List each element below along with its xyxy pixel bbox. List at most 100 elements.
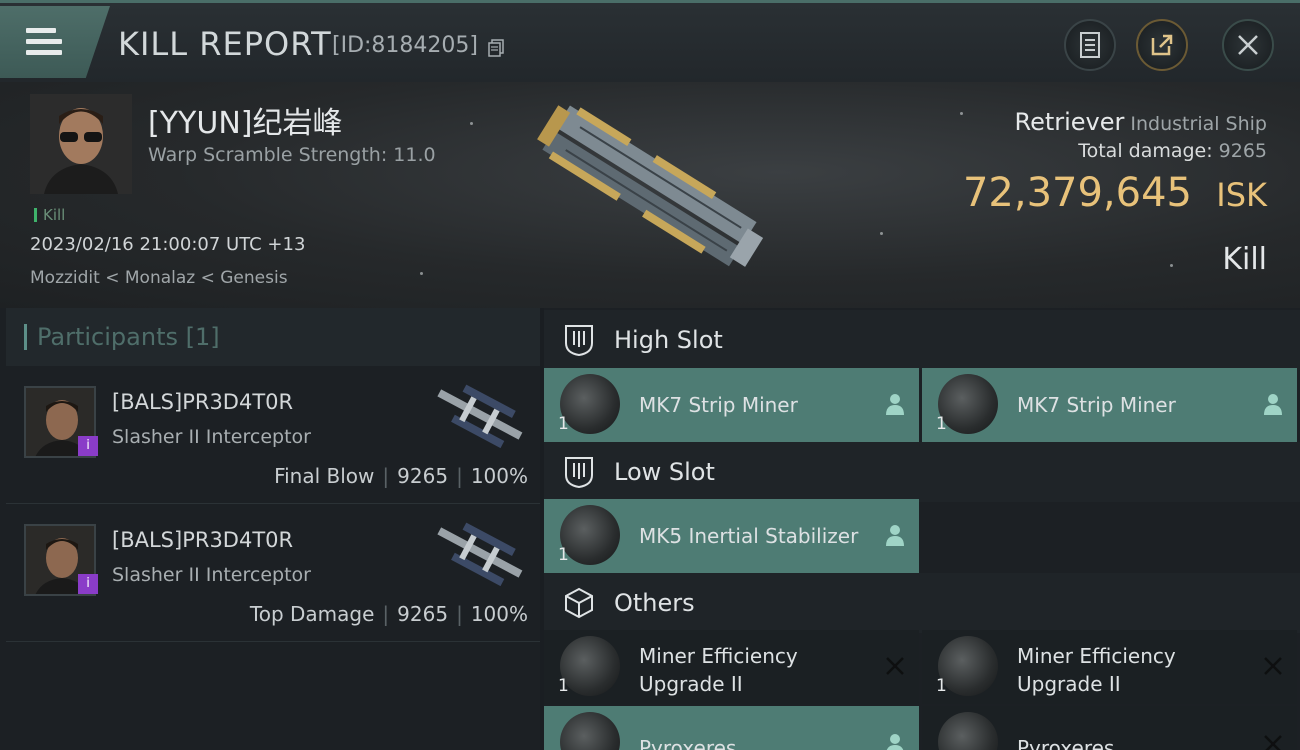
- notes-icon: [1080, 32, 1100, 58]
- participant-ship-image: [437, 522, 523, 587]
- victim-ship-image: [537, 105, 764, 267]
- participant-name: [BALS]PR3D4T0R: [112, 528, 294, 552]
- item-name: Miner Efficiency Upgrade II: [1017, 642, 1176, 698]
- participant-row[interactable]: i [BALS]PR3D4T0R Slasher II Interceptor …: [6, 506, 540, 642]
- item-name-line1: Miner Efficiency: [1017, 644, 1176, 668]
- total-damage-label: Total damage:: [1078, 140, 1213, 162]
- module-name: MK5 Inertial Stabilizer: [639, 524, 859, 548]
- module-quantity: 1: [558, 414, 569, 434]
- person-icon: [886, 394, 904, 415]
- notes-button[interactable]: [1064, 19, 1116, 71]
- ship-name: Retriever: [1014, 108, 1125, 136]
- kill-datetime: 2023/02/16 21:00:07 UTC +13: [30, 234, 306, 255]
- module-thumbnail: [938, 374, 998, 434]
- person-icon: [886, 525, 904, 546]
- victim-pilot-name[interactable]: [YYUN]纪岩峰: [148, 98, 342, 142]
- copy-icon[interactable]: [488, 39, 504, 57]
- kill-location[interactable]: Mozzidit < Monalaz < Genesis: [30, 268, 288, 288]
- participants-count: [1]: [185, 323, 220, 351]
- participant-name: [BALS]PR3D4T0R: [112, 390, 294, 414]
- module-name: MK7 Strip Miner: [639, 393, 798, 417]
- close-button[interactable]: [1222, 19, 1274, 71]
- item-thumbnail: [560, 712, 620, 750]
- stats-separator: |: [382, 602, 390, 626]
- person-icon: [1264, 394, 1282, 415]
- info-badge[interactable]: i: [78, 574, 98, 594]
- item-name-line2: Upgrade II: [1017, 672, 1121, 696]
- fitting-panel: High Slot 1 MK7 Strip Miner 1 MK7 Strip …: [544, 308, 1300, 750]
- total-damage: Total damage: 9265: [1078, 140, 1267, 162]
- person-icon: [886, 734, 904, 750]
- participant-percent: 100%: [470, 602, 528, 626]
- x-icon: [886, 657, 904, 675]
- stats-separator: |: [456, 464, 463, 488]
- participant-role: Top Damage: [249, 602, 375, 626]
- high-slot-icon: [565, 325, 593, 357]
- item-name: Miner Efficiency Upgrade II: [639, 642, 798, 698]
- isk-unit: ISK: [1216, 176, 1267, 214]
- participants-label: Participants: [37, 323, 178, 351]
- item-thumbnail: [938, 636, 998, 696]
- item-thumbnail: [938, 712, 998, 750]
- low-slot-header: Low Slot: [544, 442, 1300, 502]
- share-icon: [1151, 34, 1173, 56]
- victim-summary: [YYUN]纪岩峰 Warp Scramble Strength: 11.0 K…: [0, 82, 1300, 308]
- cargo-item[interactable]: 1 Miner Efficiency Upgrade II: [544, 630, 919, 704]
- victim-portrait[interactable]: [30, 94, 132, 194]
- low-slot-icon: [565, 457, 593, 489]
- module-name: MK7 Strip Miner: [1017, 393, 1176, 417]
- participant-damage: 9265: [397, 602, 449, 626]
- participants-panel: Participants [1] i [BALS]PR3D4T0R Slashe…: [0, 308, 540, 750]
- participant-stats: Top Damage | 9265 | 100%: [250, 602, 528, 626]
- x-icon: [1264, 735, 1282, 750]
- cargo-item[interactable]: 1 Miner Efficiency Upgrade II: [922, 630, 1297, 704]
- total-damage-value: 9265: [1218, 140, 1267, 162]
- module-item[interactable]: 1 MK5 Inertial Stabilizer: [544, 499, 919, 573]
- participant-row[interactable]: i [BALS]PR3D4T0R Slasher II Interceptor …: [6, 368, 540, 504]
- item-thumbnail: [560, 636, 620, 696]
- participant-ship-image: [437, 384, 523, 449]
- close-icon: [1238, 35, 1258, 55]
- ship-class: Industrial Ship: [1130, 113, 1267, 135]
- high-slot-label: High Slot: [614, 326, 723, 354]
- participants-header: Participants [1]: [6, 308, 540, 366]
- info-badge[interactable]: i: [78, 436, 98, 456]
- module-item[interactable]: 1 MK7 Strip Miner: [922, 368, 1297, 442]
- module-thumbnail: [560, 505, 620, 565]
- kill-tag: Kill: [34, 206, 65, 224]
- item-name: Pyroxeres: [1017, 736, 1115, 750]
- title-bar: KILL REPORT [ID:8184205]: [0, 0, 1300, 82]
- module-quantity: 1: [936, 414, 947, 434]
- result-label: Kill: [1222, 242, 1267, 277]
- participant-role: Final Blow: [274, 464, 375, 488]
- kill-id: [ID:8184205]: [332, 33, 478, 58]
- warp-scramble-strength: Warp Scramble Strength: 11.0: [148, 144, 436, 166]
- participant-ship: Slasher II Interceptor: [112, 426, 311, 448]
- victim-ship[interactable]: Retriever Industrial Ship: [1014, 108, 1267, 136]
- others-header: Others: [544, 573, 1300, 633]
- item-name: Pyroxeres: [639, 736, 737, 750]
- cube-icon: [565, 587, 593, 619]
- share-button[interactable]: [1136, 19, 1188, 71]
- item-quantity: 1: [558, 676, 569, 696]
- cargo-item[interactable]: Pyroxeres: [922, 706, 1297, 750]
- low-slot-label: Low Slot: [614, 458, 715, 486]
- x-icon: [1264, 657, 1282, 675]
- item-name-line2: Upgrade II: [639, 672, 743, 696]
- participant-percent: 100%: [470, 464, 528, 488]
- page-title: KILL REPORT: [118, 25, 332, 63]
- high-slot-header: High Slot: [544, 310, 1300, 370]
- module-item[interactable]: 1 MK7 Strip Miner: [544, 368, 919, 442]
- hamburger-menu-icon: [26, 28, 62, 58]
- participant-stats: Final Blow | 9265 | 100%: [274, 464, 528, 488]
- participant-damage: 9265: [397, 464, 449, 488]
- pilot-portrait-image: [30, 94, 132, 194]
- isk-value: 72,379,645: [962, 170, 1192, 216]
- cargo-item[interactable]: Pyroxeres: [544, 706, 919, 750]
- others-label: Others: [614, 589, 695, 617]
- module-quantity: 1: [558, 545, 569, 565]
- item-name-line1: Miner Efficiency: [639, 644, 798, 668]
- menu-button[interactable]: [0, 6, 110, 78]
- stats-separator: |: [456, 602, 463, 626]
- item-quantity: 1: [936, 676, 947, 696]
